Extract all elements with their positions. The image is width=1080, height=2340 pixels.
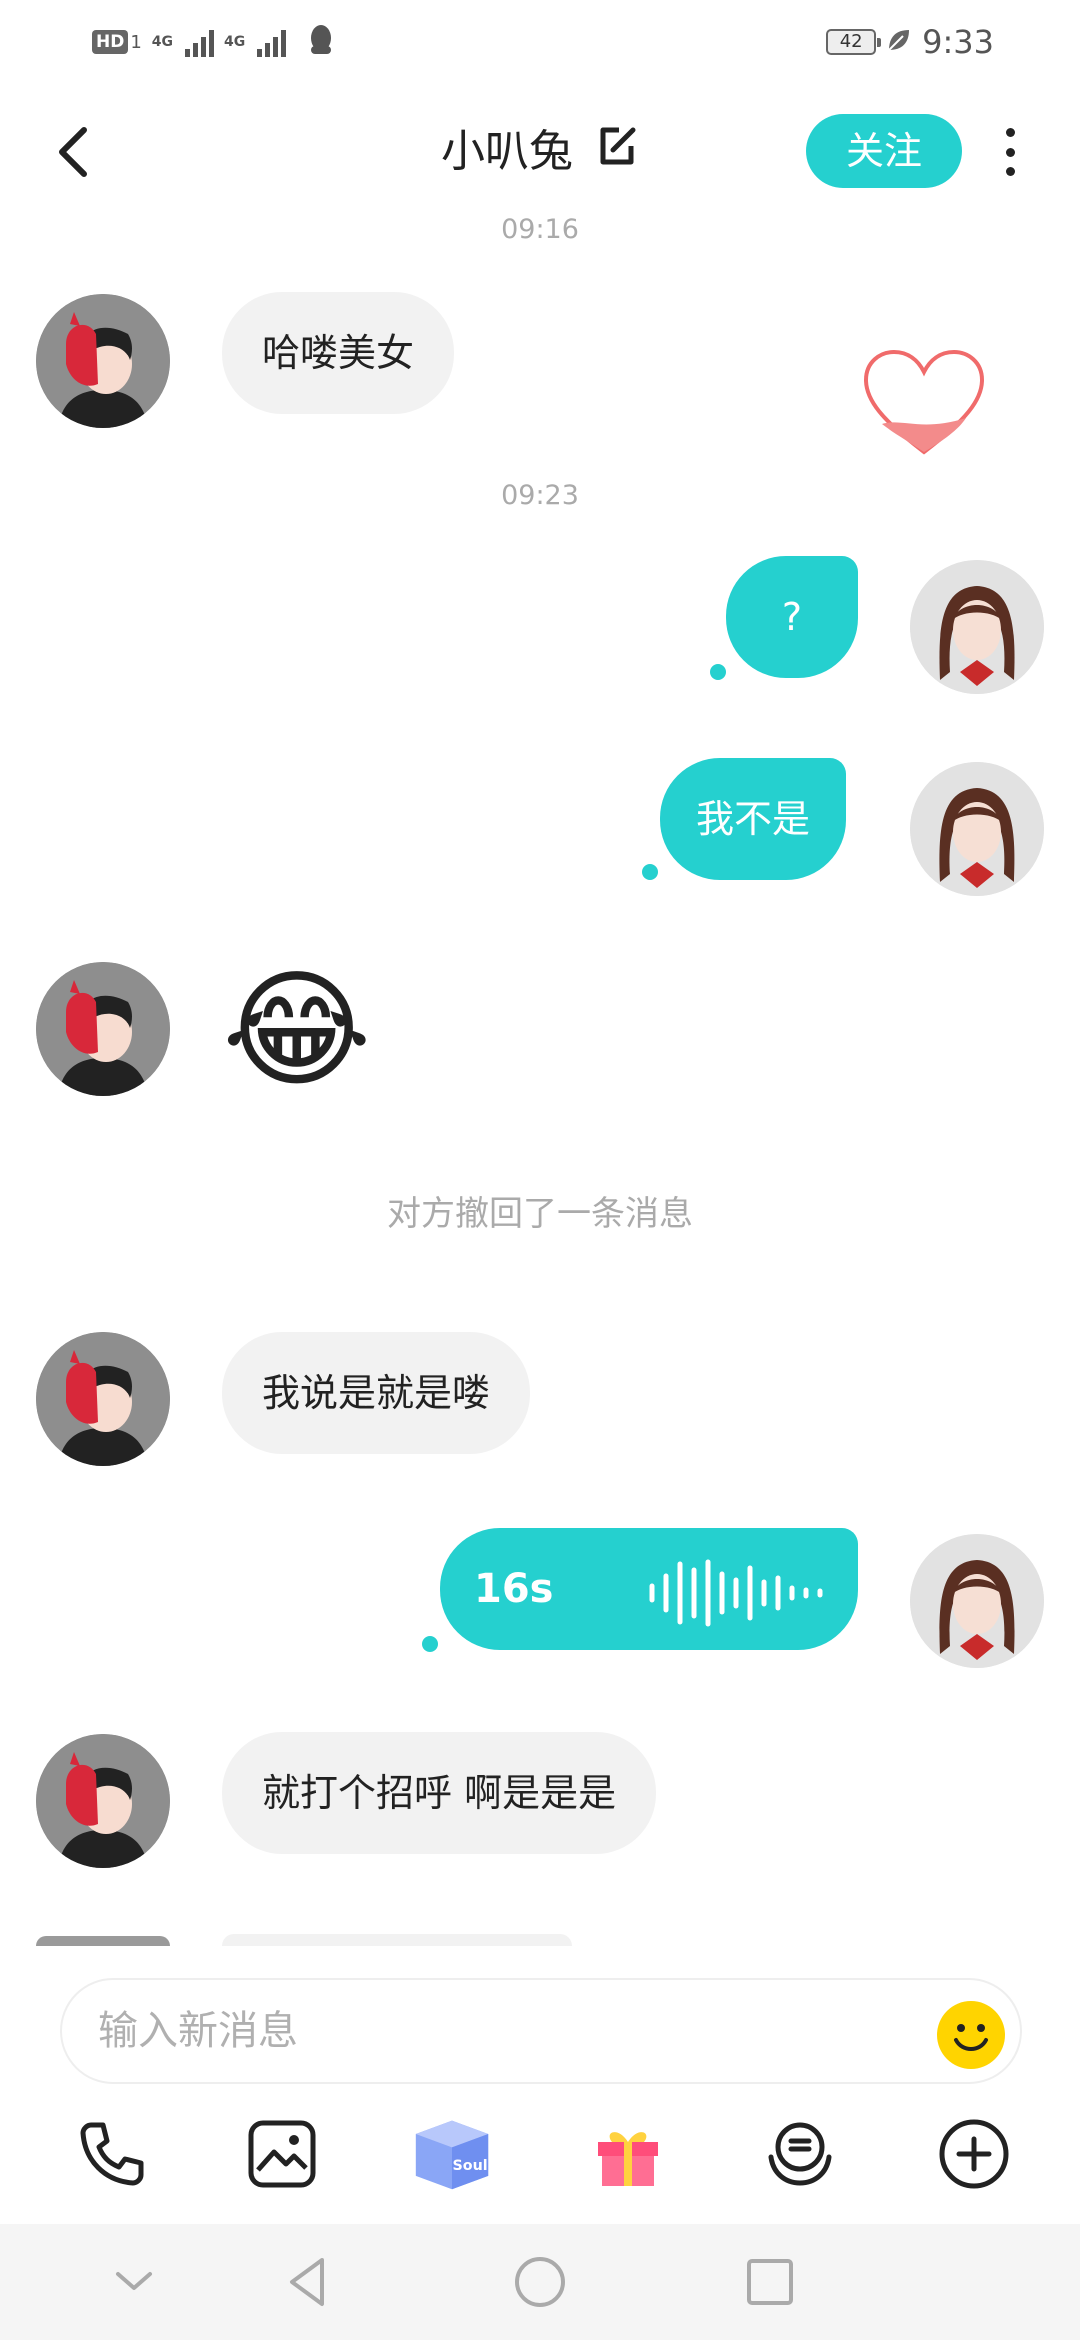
message-bubble-sent[interactable]: 我不是 xyxy=(660,758,847,880)
nav-recents-button[interactable] xyxy=(740,2252,800,2312)
sent-indicator-dot xyxy=(642,864,658,880)
waveform-icon xyxy=(648,1554,828,1676)
signal-icon xyxy=(185,27,215,57)
message-bubble-sent[interactable]: ? xyxy=(726,556,858,678)
qq-icon xyxy=(306,22,336,62)
voice-message[interactable]: 16s xyxy=(440,1528,858,1650)
svg-text:Soul: Soul xyxy=(453,2158,488,2174)
timestamp: 09:23 xyxy=(501,480,579,511)
hd-badge: HD xyxy=(92,30,129,54)
battery-icon: 42 xyxy=(826,29,882,55)
nav-home-button[interactable] xyxy=(510,2252,570,2312)
gift-icon xyxy=(598,2132,658,2186)
leaf-icon xyxy=(886,23,912,61)
status-bar: HD 1 4G 4G 42 9:33 xyxy=(0,0,1080,86)
network-type-1: 4G xyxy=(151,34,174,50)
contact-avatar[interactable] xyxy=(36,294,170,428)
nav-back-button[interactable] xyxy=(278,2252,338,2312)
network-type-2: 4G xyxy=(224,34,246,50)
chat-header: 小叭兔 关注 xyxy=(0,100,1080,204)
more-actions-button[interactable] xyxy=(934,2112,1014,2196)
partial-bubble xyxy=(222,1934,572,1946)
sim-number: 1 xyxy=(130,31,142,53)
square-recents-icon xyxy=(747,2259,793,2305)
triangle-back-icon xyxy=(290,2258,324,2306)
microphone-icon xyxy=(768,2122,832,2186)
emoji-message[interactable]: 😂 xyxy=(222,956,372,1106)
contact-avatar[interactable] xyxy=(36,1332,170,1466)
sent-indicator-dot xyxy=(710,664,726,680)
system-navigation-bar xyxy=(0,2224,1080,2340)
heart-icon[interactable] xyxy=(862,348,986,456)
message-bubble-received[interactable]: 哈喽美女 xyxy=(222,292,455,414)
my-avatar[interactable] xyxy=(910,1534,1044,1668)
voice-match-button[interactable] xyxy=(760,2112,840,2196)
contact-avatar[interactable] xyxy=(36,962,170,1096)
chevron-down-icon xyxy=(116,2272,152,2290)
recall-notice: 对方撤回了一条消息 xyxy=(387,1194,693,1234)
my-avatar[interactable] xyxy=(910,560,1044,694)
my-avatar[interactable] xyxy=(910,762,1044,896)
status-left: HD 1 4G 4G xyxy=(92,22,336,62)
nav-hide-button[interactable] xyxy=(104,2252,164,2312)
soul-box-button[interactable]: Soul xyxy=(412,2112,492,2196)
message-input[interactable] xyxy=(98,1980,898,2082)
voice-call-button[interactable] xyxy=(72,2112,152,2196)
circle-home-icon xyxy=(515,2257,565,2307)
message-bubble-received[interactable]: 我说是就是喽 xyxy=(222,1332,531,1454)
message-bubble-received[interactable]: 就打个招呼 啊是是是 xyxy=(222,1732,657,1854)
timestamp: 09:16 xyxy=(501,214,579,245)
chat-toolbar: Soul xyxy=(0,2112,1080,2212)
soul-box-icon: Soul xyxy=(415,2120,489,2190)
message-input-box[interactable] xyxy=(60,1978,1022,2084)
sent-indicator-dot xyxy=(422,1636,438,1652)
status-right: 42 9:33 xyxy=(826,22,994,62)
smiley-icon xyxy=(937,2001,1005,2069)
photo-button[interactable] xyxy=(242,2112,322,2196)
gift-button[interactable] xyxy=(588,2112,668,2196)
follow-button[interactable]: 关注 xyxy=(806,114,962,188)
emoji-button[interactable] xyxy=(936,2000,1006,2070)
plus-circle-icon xyxy=(939,2119,1009,2189)
image-icon xyxy=(248,2120,316,2188)
voice-duration: 16s xyxy=(474,1566,554,1612)
partial-avatar xyxy=(36,1936,170,1946)
phone-icon xyxy=(80,2122,144,2186)
contact-avatar[interactable] xyxy=(36,1734,170,1868)
contact-name: 小叭兔 xyxy=(441,126,573,177)
signal-icon xyxy=(257,27,287,57)
edit-remark-icon[interactable] xyxy=(595,124,639,184)
clock: 9:33 xyxy=(922,23,994,61)
more-options-button[interactable] xyxy=(996,128,1024,176)
